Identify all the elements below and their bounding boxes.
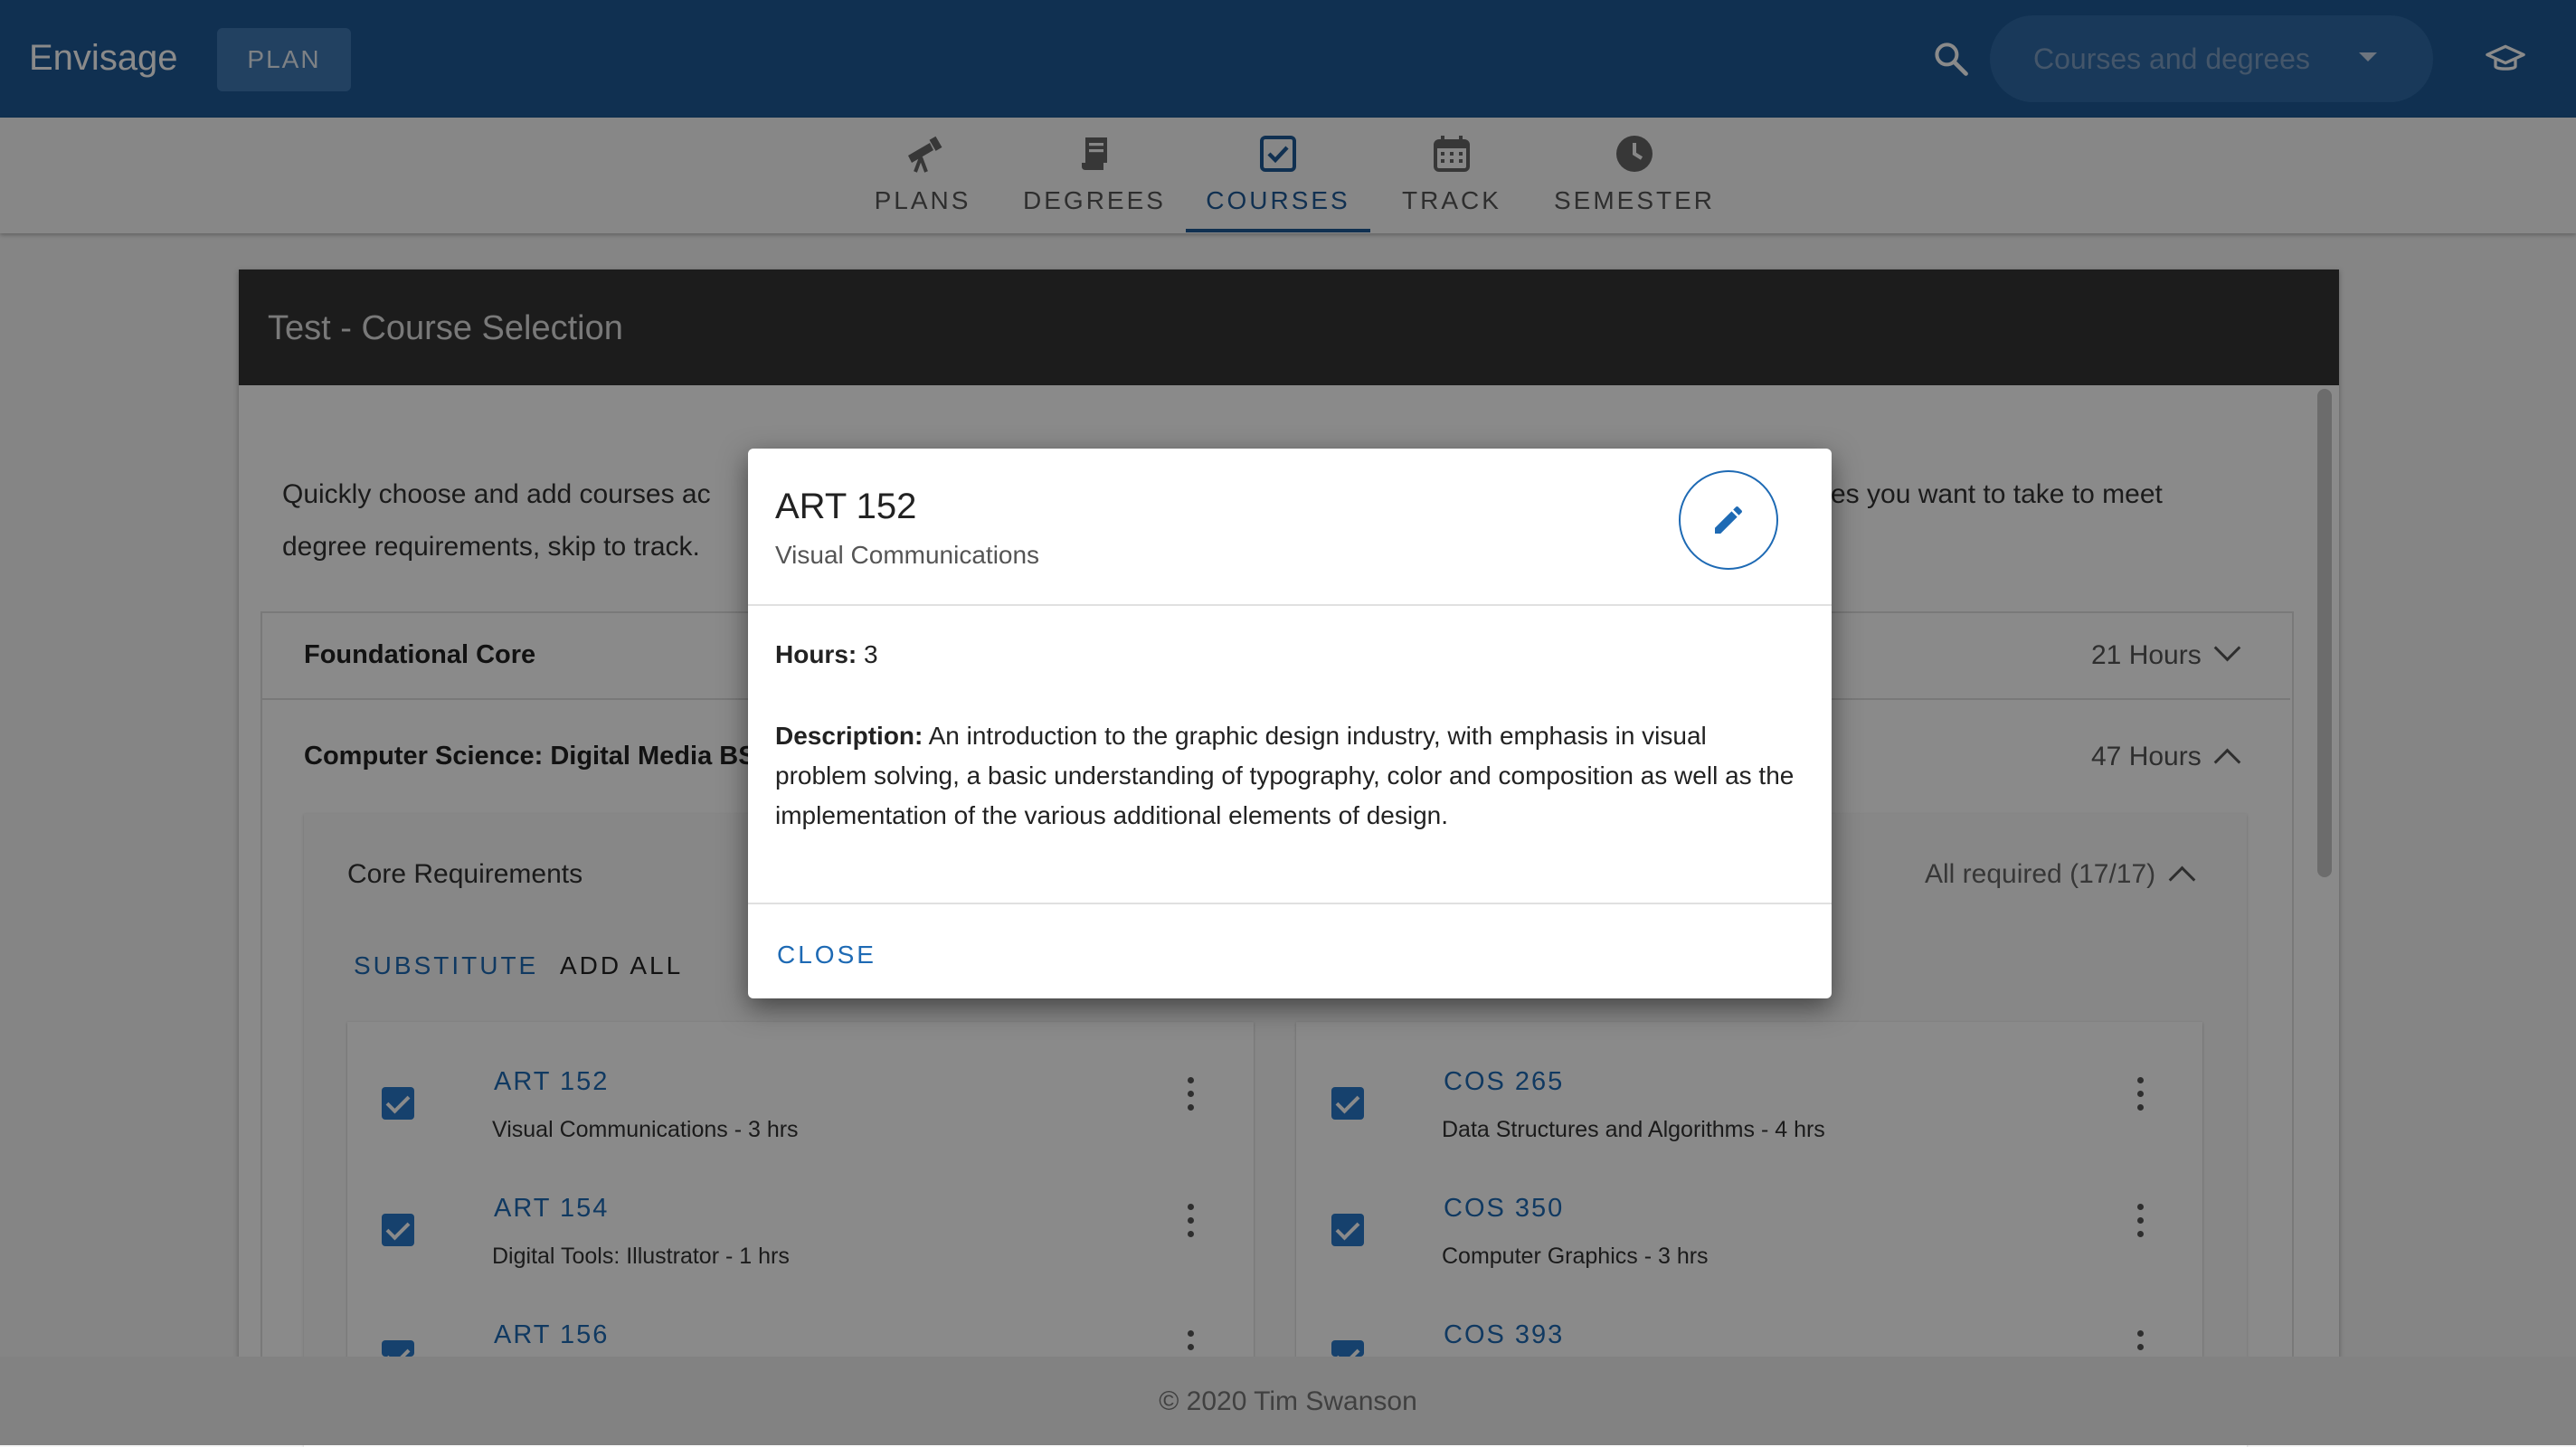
edit-button[interactable] xyxy=(1679,470,1778,570)
dialog-divider xyxy=(748,903,1832,904)
dialog-divider xyxy=(748,604,1832,606)
hours-label: Hours: xyxy=(775,640,857,668)
dialog-hours: Hours: 3 xyxy=(775,640,878,669)
dialog-title: ART 152 xyxy=(775,487,917,526)
dialog-subtitle: Visual Communications xyxy=(775,541,1040,569)
close-button[interactable]: CLOSE xyxy=(777,941,876,969)
hours-value: 3 xyxy=(864,640,878,668)
pencil-icon xyxy=(1715,506,1742,534)
description-label: Description: xyxy=(775,722,923,750)
description-text: An introduction to the graphic design in… xyxy=(775,722,1795,829)
dialog-description: Description: An introduction to the grap… xyxy=(775,716,1797,836)
